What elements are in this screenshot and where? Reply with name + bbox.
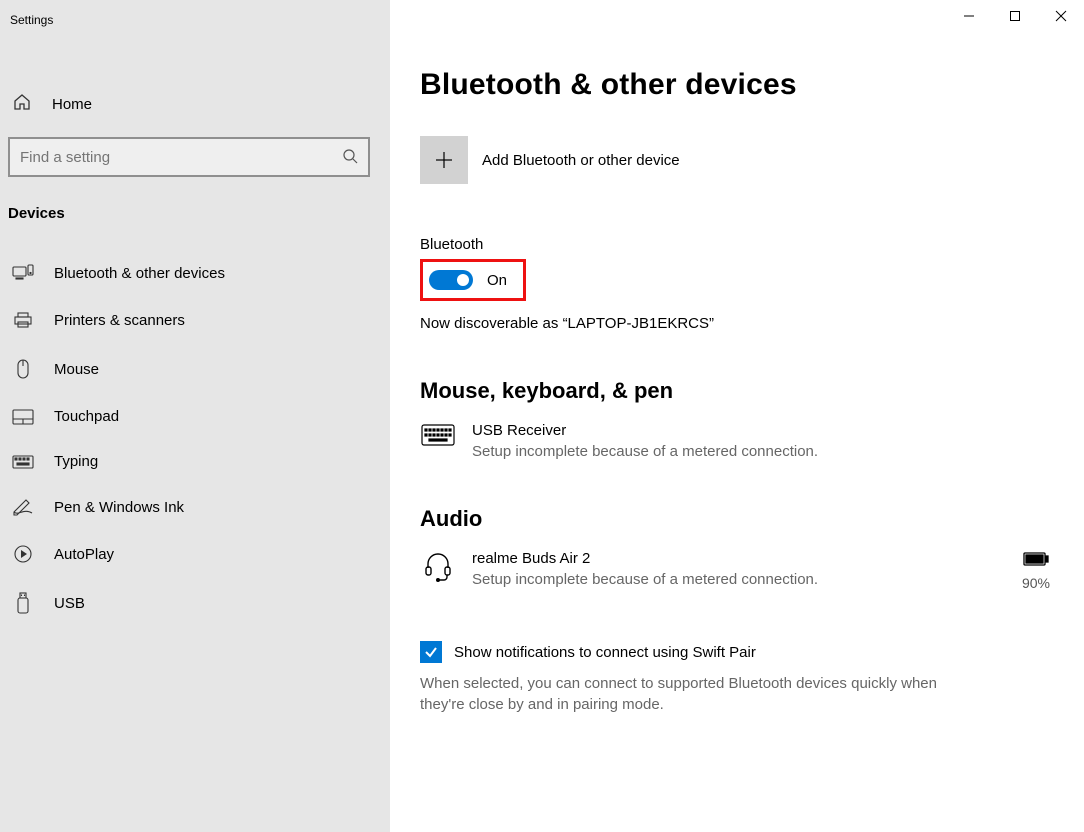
sidebar-item-label: Printers & scanners xyxy=(54,312,185,329)
sidebar-item-label: Mouse xyxy=(54,361,99,378)
sidebar-item-pen[interactable]: Pen & Windows Ink xyxy=(0,484,390,530)
battery-indicator: 90% xyxy=(1022,552,1050,591)
sidebar-item-printers[interactable]: Printers & scanners xyxy=(0,296,390,344)
touchpad-icon xyxy=(12,409,34,425)
maximize-button[interactable] xyxy=(992,0,1038,32)
section-audio: Audio xyxy=(420,506,1064,532)
main-content: Bluetooth & other devices Add Bluetooth … xyxy=(390,0,1084,832)
section-mouse-keyboard-pen: Mouse, keyboard, & pen xyxy=(420,378,1064,404)
sidebar-item-label: Typing xyxy=(54,453,98,470)
sidebar-item-label: USB xyxy=(54,595,85,612)
swift-pair-checkbox[interactable] xyxy=(420,641,442,663)
search-icon xyxy=(342,148,358,167)
battery-icon xyxy=(1023,553,1049,570)
sidebar-item-autoplay[interactable]: AutoPlay xyxy=(0,530,390,578)
device-status: Setup incomplete because of a metered co… xyxy=(472,571,1006,588)
sidebar-item-label: Pen & Windows Ink xyxy=(54,499,184,516)
sidebar-section-title: Devices xyxy=(0,185,390,234)
minimize-button[interactable] xyxy=(946,0,992,32)
close-button[interactable] xyxy=(1038,0,1084,32)
window-title: Settings xyxy=(0,0,390,40)
battery-percentage: 90% xyxy=(1022,575,1050,591)
sidebar-nav: Bluetooth & other devices Printers & sca… xyxy=(0,250,390,628)
pen-icon xyxy=(12,498,34,516)
printer-icon xyxy=(12,310,34,330)
device-status: Setup incomplete because of a metered co… xyxy=(472,443,1064,460)
home-icon xyxy=(12,92,32,117)
sidebar-item-label: Bluetooth & other devices xyxy=(54,265,225,282)
keyboard-icon xyxy=(420,422,456,446)
sidebar-home-label: Home xyxy=(52,96,92,113)
typing-icon xyxy=(12,455,34,469)
add-device-button[interactable]: Add Bluetooth or other device xyxy=(420,136,1064,184)
sidebar-item-mouse[interactable]: Mouse xyxy=(0,344,390,394)
swift-pair-checkbox-row: Show notifications to connect using Swif… xyxy=(420,641,1064,663)
swift-pair-description: When selected, you can connect to suppor… xyxy=(420,673,980,715)
sidebar-item-label: AutoPlay xyxy=(54,546,114,563)
plus-icon xyxy=(420,136,468,184)
bluetooth-devices-icon xyxy=(12,264,34,282)
search-input-field[interactable] xyxy=(20,149,342,166)
sidebar-item-typing[interactable]: Typing xyxy=(0,439,390,484)
autoplay-icon xyxy=(12,544,34,564)
device-row-audio[interactable]: realme Buds Air 2 Setup incomplete becau… xyxy=(420,550,1064,591)
sidebar-home[interactable]: Home xyxy=(0,80,390,129)
sidebar-item-bluetooth-devices[interactable]: Bluetooth & other devices xyxy=(0,250,390,296)
bluetooth-section-label: Bluetooth xyxy=(420,236,1064,253)
sidebar-item-touchpad[interactable]: Touchpad xyxy=(0,394,390,439)
device-name: realme Buds Air 2 xyxy=(472,550,1006,567)
bluetooth-toggle-highlight: On xyxy=(420,259,526,301)
sidebar-item-label: Touchpad xyxy=(54,408,119,425)
device-name: USB Receiver xyxy=(472,422,1064,439)
bluetooth-toggle-state: On xyxy=(487,272,507,289)
swift-pair-label: Show notifications to connect using Swif… xyxy=(454,644,756,661)
mouse-icon xyxy=(12,358,34,380)
search-input[interactable] xyxy=(8,137,370,177)
add-device-label: Add Bluetooth or other device xyxy=(482,152,680,169)
device-row-usb-receiver[interactable]: USB Receiver Setup incomplete because of… xyxy=(420,422,1064,460)
bluetooth-toggle[interactable] xyxy=(429,270,473,290)
sidebar: Settings Home Devices Bluetooth & other … xyxy=(0,0,390,832)
sidebar-item-usb[interactable]: USB xyxy=(0,578,390,628)
usb-icon xyxy=(12,592,34,614)
window-controls xyxy=(946,0,1084,32)
page-title: Bluetooth & other devices xyxy=(420,68,1064,102)
discoverable-text: Now discoverable as “LAPTOP-JB1EKRCS” xyxy=(420,315,1064,332)
headset-icon xyxy=(420,550,456,582)
